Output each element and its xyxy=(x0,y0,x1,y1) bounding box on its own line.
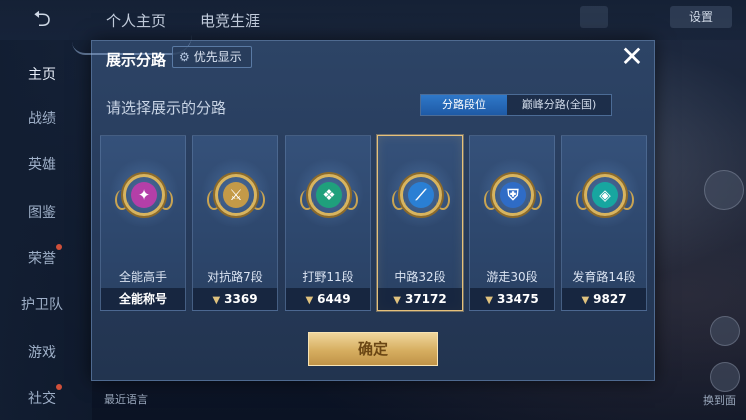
lane-card-footer: ▼ 33475 xyxy=(470,288,554,310)
switch-label[interactable]: 换到面 xyxy=(703,392,736,408)
switch-skin-icon[interactable] xyxy=(710,362,740,392)
recent-voice-label: 最近语言 xyxy=(104,393,148,406)
toggle-lane-rank[interactable]: 分路段位 xyxy=(421,95,507,115)
sidebar-item-3[interactable]: 图鉴 xyxy=(0,202,84,222)
lane-card-footer: ▼ 37172 xyxy=(378,288,462,310)
points-icon: ▼ xyxy=(305,295,314,306)
lane-card-value: 全能称号 xyxy=(118,292,167,306)
lane-emblem-icon: ✦ xyxy=(131,182,157,208)
group-icon[interactable] xyxy=(710,316,740,346)
lane-emblem-icon: ⟋ xyxy=(408,182,434,208)
priority-display-button[interactable]: ⚙ 优先显示 xyxy=(172,46,252,68)
lane-badge-icon: ⚔ xyxy=(215,174,257,216)
lane-card[interactable]: ⚔ 对抗路7段 ▼ 3369 xyxy=(192,135,278,311)
mic-icon[interactable] xyxy=(580,6,608,28)
lane-card-label: 发育路14段 xyxy=(572,270,636,284)
lane-card-footer: ▼ 9827 xyxy=(562,288,646,310)
sidebar xyxy=(0,40,92,420)
lane-badge-icon: ❖ xyxy=(308,174,350,216)
lane-emblem-icon: ◈ xyxy=(592,182,618,208)
sidebar-item-7[interactable]: 社交 xyxy=(0,388,84,408)
lane-emblem-icon: ❖ xyxy=(316,182,342,208)
lane-card[interactable]: ⟋ 中路32段 ▼ 37172 xyxy=(377,135,463,311)
lane-card-footer: 全能称号 xyxy=(101,288,185,310)
points-icon: ▼ xyxy=(393,295,401,306)
lane-card-label: 中路32段 xyxy=(394,270,446,284)
lane-card-value: 37172 xyxy=(404,292,447,306)
lane-card-footer: ▼ 6449 xyxy=(286,288,370,310)
notification-dot xyxy=(56,244,62,250)
tab-personal-home[interactable]: 个人主页 xyxy=(106,10,166,31)
points-icon: ▼ xyxy=(485,295,493,306)
lane-card-value: 9827 xyxy=(593,292,627,306)
lane-emblem-icon: ⛨ xyxy=(500,182,526,208)
sidebar-item-2[interactable]: 英雄 xyxy=(0,154,84,174)
dialog-header: 展示分路 ⚙ 优先显示 ✕ xyxy=(92,41,654,75)
lane-card[interactable]: ⛨ 游走30段 ▼ 33475 xyxy=(469,135,555,311)
hero-avatar-icon[interactable] xyxy=(704,170,744,210)
lane-card[interactable]: ◈ 发育路14段 ▼ 9827 xyxy=(561,135,647,311)
lane-card[interactable]: ✦ 全能高手全能称号 xyxy=(100,135,186,311)
lane-mode-toggle: 分路段位 巅峰分路(全国) xyxy=(420,94,612,116)
lane-card-label: 打野11段 xyxy=(302,270,354,284)
lane-card[interactable]: ❖ 打野11段 ▼ 6449 xyxy=(285,135,371,311)
notification-dot xyxy=(56,384,62,390)
lane-badge-icon: ⛨ xyxy=(492,174,534,216)
close-icon[interactable]: ✕ xyxy=(618,43,646,71)
gear-icon: ⚙ xyxy=(179,50,190,64)
sidebar-item-0[interactable]: 主页 xyxy=(0,64,84,84)
sidebar-item-6[interactable]: 游戏 xyxy=(0,342,84,362)
back-arrow-icon[interactable]: ⮌ xyxy=(22,8,62,32)
sidebar-item-1[interactable]: 战绩 xyxy=(0,108,84,128)
dialog-title: 展示分路 xyxy=(106,51,167,69)
sidebar-item-4[interactable]: 荣誉 xyxy=(0,248,84,268)
confirm-button[interactable]: 确定 xyxy=(308,332,438,366)
tab-esports-career[interactable]: 电竞生涯 xyxy=(200,10,260,31)
dialog-subtitle: 请选择展示的分路 xyxy=(106,99,227,117)
sidebar-item-5[interactable]: 护卫队 xyxy=(0,294,84,314)
settings-button[interactable]: 设置 xyxy=(670,6,732,28)
lane-badge-icon: ⟋ xyxy=(400,174,442,216)
lane-card-label: 游走30段 xyxy=(486,270,538,284)
lane-card-label: 全能高手 xyxy=(118,270,167,284)
lane-card-value: 6449 xyxy=(317,292,351,306)
lane-card-value: 3369 xyxy=(224,292,258,306)
priority-display-label: 优先显示 xyxy=(193,50,242,64)
lane-card-footer: ▼ 3369 xyxy=(193,288,277,310)
lane-display-dialog: 展示分路 ⚙ 优先显示 ✕ 请选择展示的分路 分路段位 巅峰分路(全国) ✦ 全能高… xyxy=(72,40,655,381)
lane-emblem-icon: ⚔ xyxy=(223,182,249,208)
lane-badge-icon: ✦ xyxy=(123,174,165,216)
lane-card-value: 33475 xyxy=(496,292,539,306)
lane-card-label: 对抗路7段 xyxy=(207,270,263,284)
toggle-peak-lane[interactable]: 巅峰分路(全国) xyxy=(507,95,611,115)
points-icon: ▼ xyxy=(212,295,221,306)
points-icon: ▼ xyxy=(581,295,590,306)
lane-badge-icon: ◈ xyxy=(584,174,626,216)
